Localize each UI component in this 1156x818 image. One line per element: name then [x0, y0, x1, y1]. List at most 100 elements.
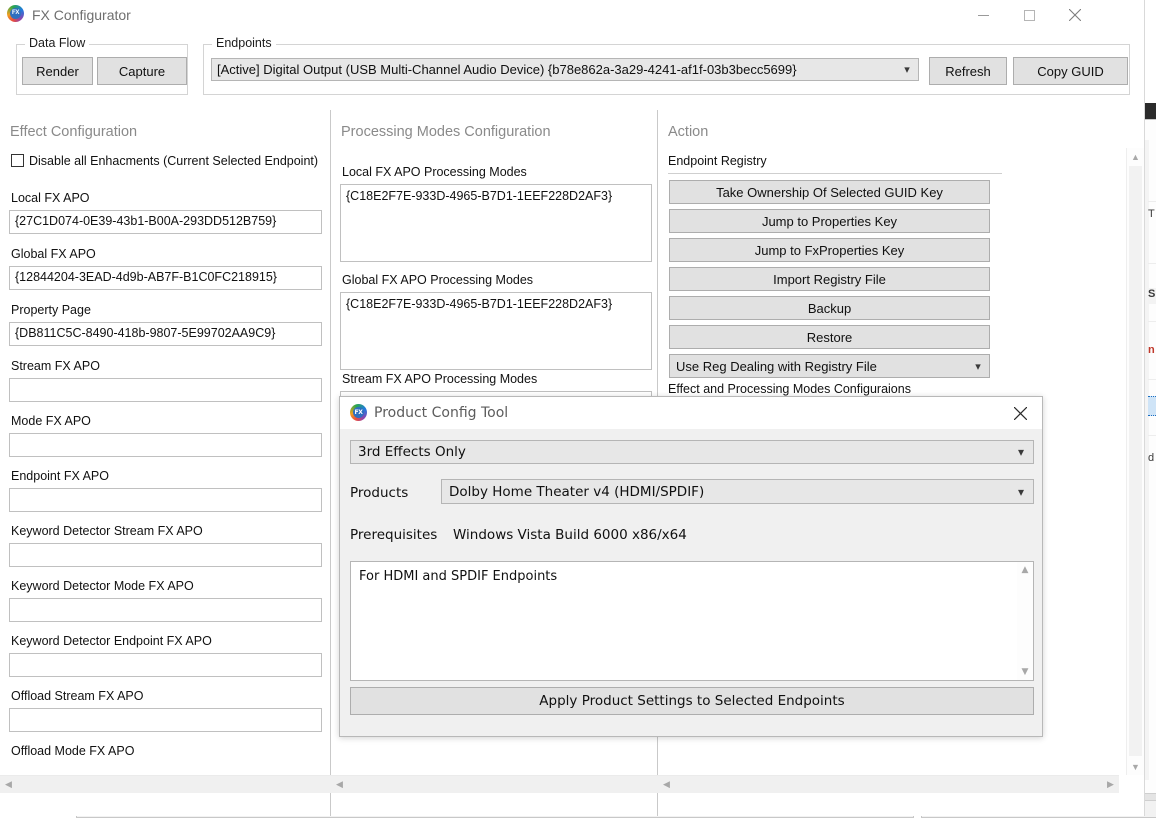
chevron-down-icon: ▾: [1017, 484, 1025, 499]
keyword-detector-endpoint-fx-apo-input[interactable]: [9, 653, 322, 677]
title-bar[interactable]: FX FX Configurator: [0, 0, 1144, 30]
effect-configuration-panel: Effect Configuration Disable all Enhacme…: [0, 110, 331, 816]
endpoint-fx-apo-input[interactable]: [9, 488, 322, 512]
product-description-text: For HDMI and SPDIF Endpoints: [359, 569, 558, 584]
background-text: d: [1148, 452, 1155, 464]
jump-to-properties-key-button[interactable]: Jump to Properties Key: [669, 209, 990, 233]
import-registry-file-button[interactable]: Import Registry File: [669, 267, 990, 291]
global-fx-apo-input[interactable]: {12844204-3EAD-4d9b-AB7F-B1C0FC218915}: [9, 266, 322, 290]
chevron-down-icon[interactable]: ▼: [1127, 758, 1144, 775]
keyword-detector-stream-fx-apo-input[interactable]: [9, 543, 322, 567]
local-fx-apo-label: Local FX APO: [11, 191, 90, 205]
product-config-tool-dialog: FX Product Config Tool 3rd Effects Only …: [339, 396, 1043, 737]
backup-button[interactable]: Backup: [669, 296, 990, 320]
products-combobox[interactable]: Dolby Home Theater v4 (HDMI/SPDIF) ▾: [441, 479, 1034, 504]
endpoint-combobox[interactable]: [Active] Digital Output (USB Multi-Chann…: [211, 58, 919, 81]
background-selected-row: [1148, 396, 1156, 416]
effects-filter-combobox[interactable]: 3rd Effects Only ▾: [350, 440, 1034, 464]
chevron-right-icon[interactable]: ▶: [1102, 776, 1119, 793]
close-icon[interactable]: [1052, 0, 1098, 30]
endpoints-group-title: Endpoints: [212, 36, 276, 50]
background-row-divider: [1148, 320, 1156, 322]
dialog-titlebar[interactable]: FX Product Config Tool: [340, 397, 1042, 429]
products-label: Products: [350, 485, 409, 501]
endpoint-registry-section-label: Endpoint Registry: [668, 154, 767, 168]
prerequisites-label: Prerequisites: [350, 527, 438, 543]
keyword-detector-endpoint-fx-apo-label: Keyword Detector Endpoint FX APO: [11, 634, 212, 648]
registry-mode-combobox-value: Use Reg Dealing with Registry File: [676, 358, 877, 374]
fx-app-icon: FX: [7, 5, 24, 22]
product-description-textarea[interactable]: For HDMI and SPDIF Endpoints ▲ ▼: [350, 561, 1034, 681]
endpoint-fx-apo-label: Endpoint FX APO: [11, 469, 109, 483]
chevron-up-icon[interactable]: ▲: [1127, 148, 1144, 165]
endpoint-combobox-value: [Active] Digital Output (USB Multi-Chann…: [217, 62, 797, 77]
capture-button[interactable]: Capture: [97, 57, 187, 85]
restore-button[interactable]: Restore: [669, 325, 990, 349]
chevron-down-icon: ▾: [975, 360, 981, 373]
left-panel-hscrollbar[interactable]: ◀: [0, 775, 331, 793]
refresh-button[interactable]: Refresh: [929, 57, 1007, 85]
maximize-icon[interactable]: [1006, 0, 1052, 30]
background-row-divider: [1148, 262, 1156, 264]
fx-app-icon: FX: [350, 404, 367, 421]
stream-fx-apo-input[interactable]: [9, 378, 322, 402]
mid-panel-hscrollbar[interactable]: ◀: [331, 775, 658, 793]
data-flow-group-title: Data Flow: [25, 36, 90, 50]
disable-all-enhancements-label: Disable all Enhacments (Current Selected…: [29, 154, 319, 168]
chevron-up-icon[interactable]: ▲: [1017, 562, 1033, 578]
main-vscroll-thumb[interactable]: [1129, 166, 1142, 756]
jump-to-fxproperties-key-button[interactable]: Jump to FxProperties Key: [669, 238, 990, 262]
action-header: Action: [668, 124, 709, 140]
background-text: S: [1148, 288, 1156, 300]
global-fx-apo-processing-modes-label: Global FX APO Processing Modes: [342, 273, 534, 287]
stream-fx-apo-label: Stream FX APO: [11, 359, 100, 373]
products-combobox-value: Dolby Home Theater v4 (HDMI/SPDIF): [449, 483, 705, 500]
disable-all-enhancements-checkbox[interactable]: [11, 154, 24, 167]
effect-configuration-header: Effect Configuration: [10, 124, 138, 140]
take-ownership-button[interactable]: Take Ownership Of Selected GUID Key: [669, 180, 990, 204]
background-text: T: [1148, 208, 1155, 220]
local-fx-apo-processing-modes-list[interactable]: {C18E2F7E-933D-4965-B7D1-1EEF228D2AF3}: [340, 184, 652, 262]
keyword-detector-mode-fx-apo-input[interactable]: [9, 598, 322, 622]
background-row-divider: [1148, 378, 1156, 380]
keyword-detector-stream-fx-apo-label: Keyword Detector Stream FX APO: [11, 524, 203, 538]
copy-guid-button[interactable]: Copy GUID: [1013, 57, 1128, 85]
fx-configurator-window: FX FX Configurator Data Flow Render Capt…: [0, 0, 1145, 110]
effect-configurations-section-label: Effect and Processing Modes Configuraion…: [668, 382, 911, 396]
chevron-down-icon: ▾: [1017, 445, 1025, 459]
property-page-input[interactable]: {DB811C5C-8490-418b-9807-5E99702AA9C9}: [9, 322, 322, 346]
minimize-icon[interactable]: [960, 0, 1006, 30]
window-title: FX Configurator: [32, 7, 131, 23]
global-fx-apo-processing-modes-list[interactable]: {C18E2F7E-933D-4965-B7D1-1EEF228D2AF3}: [340, 292, 652, 370]
registry-mode-combobox[interactable]: Use Reg Dealing with Registry File ▾: [669, 354, 990, 378]
right-panel-hscrollbar[interactable]: ◀ ▶: [658, 775, 1119, 793]
global-fx-apo-label: Global FX APO: [11, 247, 96, 261]
processing-modes-header: Processing Modes Configuration: [341, 124, 551, 140]
offload-stream-fx-apo-label: Offload Stream FX APO: [11, 689, 144, 703]
background-row-divider: [1148, 434, 1156, 436]
chevron-left-icon[interactable]: ◀: [658, 776, 675, 793]
local-fx-apo-input[interactable]: {27C1D074-0E39-43b1-B00A-293DD512B759}: [9, 210, 322, 234]
chevron-down-icon: ▾: [904, 64, 910, 76]
property-page-label: Property Page: [11, 303, 91, 317]
main-vscrollbar[interactable]: ▲ ▼: [1126, 148, 1144, 775]
stream-fx-apo-processing-modes-label: Stream FX APO Processing Modes: [342, 372, 538, 386]
apply-product-settings-button[interactable]: Apply Product Settings to Selected Endpo…: [350, 687, 1034, 715]
mode-fx-apo-input[interactable]: [9, 433, 322, 457]
prerequisites-value: Windows Vista Build 6000 x86/x64: [453, 527, 687, 543]
close-icon[interactable]: [1006, 401, 1034, 425]
mode-fx-apo-label: Mode FX APO: [11, 414, 91, 428]
keyword-detector-mode-fx-apo-label: Keyword Detector Mode FX APO: [11, 579, 194, 593]
offload-stream-fx-apo-input[interactable]: [9, 708, 322, 732]
render-button[interactable]: Render: [22, 57, 93, 85]
local-fx-apo-processing-modes-label: Local FX APO Processing Modes: [342, 165, 527, 179]
description-vscrollbar[interactable]: ▲ ▼: [1017, 562, 1033, 680]
chevron-left-icon[interactable]: ◀: [331, 776, 348, 793]
effects-filter-combobox-value: 3rd Effects Only: [358, 444, 466, 460]
background-row-divider: [1148, 200, 1156, 202]
chevron-left-icon[interactable]: ◀: [0, 776, 17, 793]
dialog-title: Product Config Tool: [374, 405, 509, 421]
chevron-down-icon[interactable]: ▼: [1017, 664, 1033, 680]
background-text: n: [1148, 344, 1155, 356]
offload-mode-fx-apo-label: Offload Mode FX APO: [11, 744, 135, 758]
